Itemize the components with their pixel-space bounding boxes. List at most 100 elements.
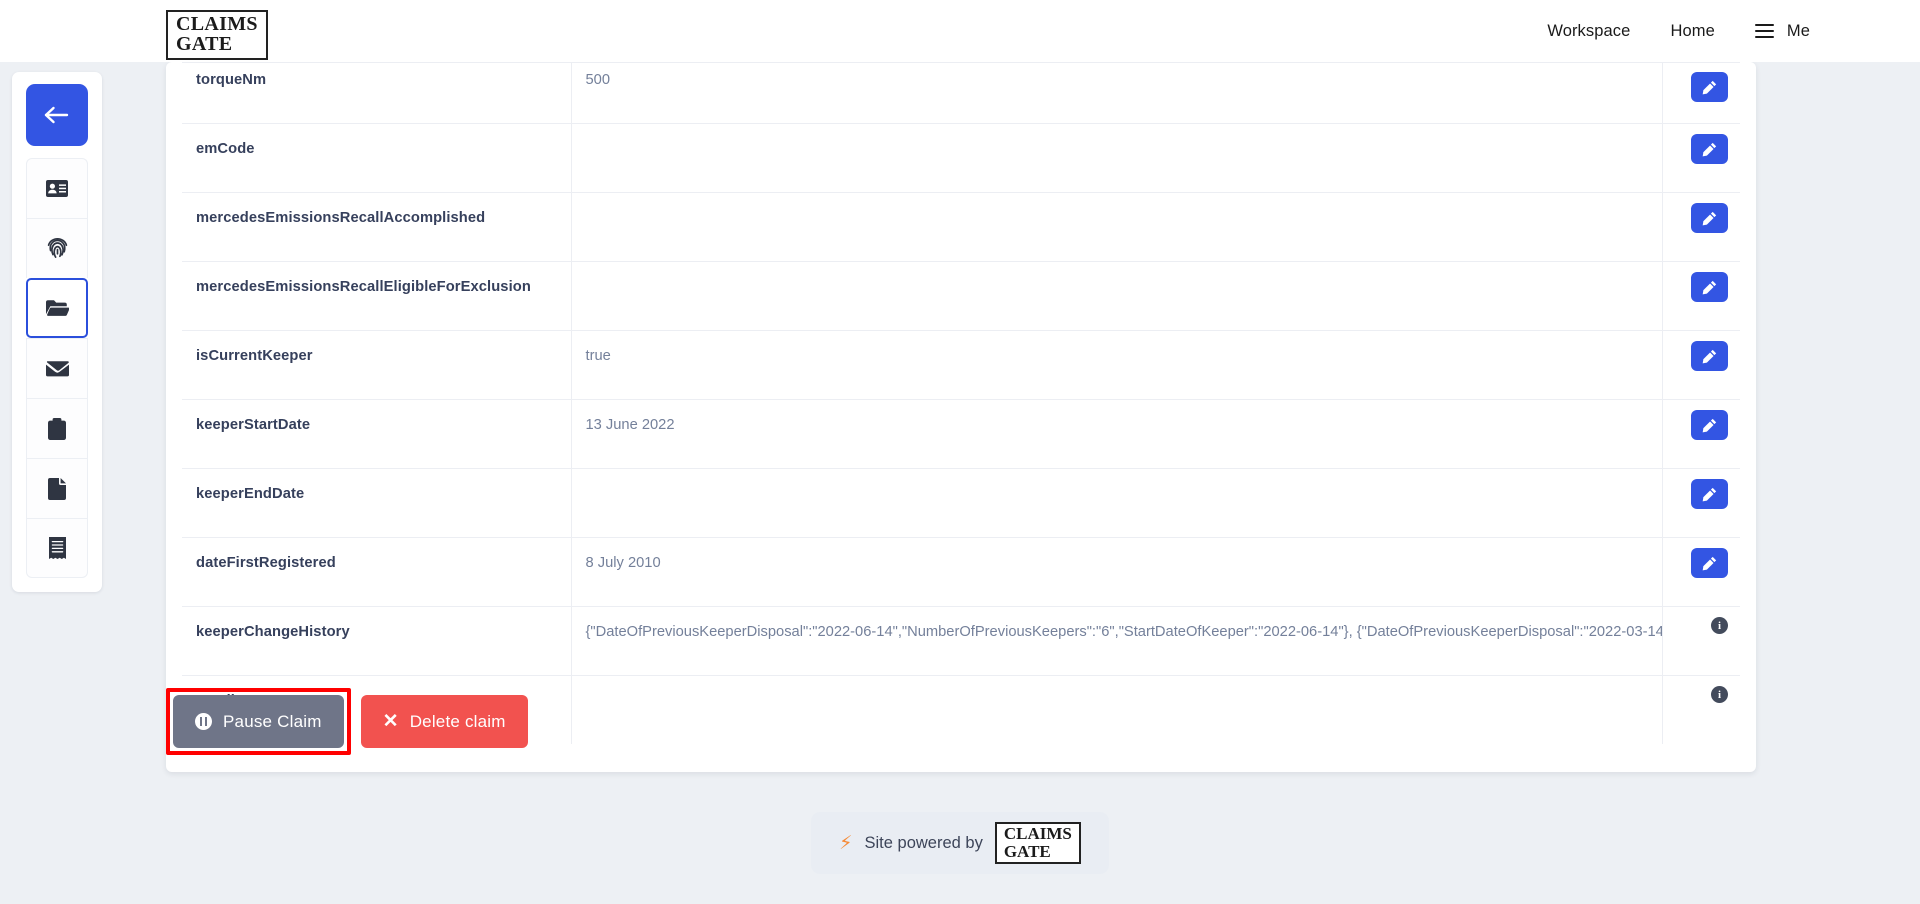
claim-fields-table: torqueNm 500 emCode mercedesEmissionsRecall… xyxy=(182,62,1740,744)
sidebar-item-list xyxy=(26,158,88,578)
clipboard-icon xyxy=(48,417,66,440)
table-row: mercedesEmissionsRecallEligibleForExclus… xyxy=(182,261,1740,331)
field-action-cell xyxy=(1662,538,1740,607)
brand-logo[interactable]: CLAIMS GATE xyxy=(166,10,268,60)
nav-item-me[interactable]: Me xyxy=(1754,20,1810,42)
pause-circle-icon xyxy=(195,713,212,730)
sidebar-item-clipboard[interactable] xyxy=(26,398,88,458)
sidebar-item-id-card[interactable] xyxy=(26,158,88,218)
field-value xyxy=(571,261,1663,331)
pause-claim-label: Pause Claim xyxy=(223,711,322,731)
pencil-icon xyxy=(1702,418,1717,432)
delete-claim-button[interactable]: ✕ Delete claim xyxy=(360,695,528,748)
powered-by-text: Site powered by xyxy=(864,833,983,852)
page-footer: ⚡ Site powered by CLAIMS GATE xyxy=(0,812,1920,874)
edit-field-button[interactable] xyxy=(1691,72,1728,102)
table-row: keeperEndDate xyxy=(182,468,1740,538)
sidebar-item-folder[interactable] xyxy=(26,278,88,338)
table-row: isCurrentKeeper true xyxy=(182,330,1740,400)
field-value: true xyxy=(571,330,1663,400)
info-circle-icon[interactable]: i xyxy=(1711,686,1728,703)
pencil-icon xyxy=(1702,80,1717,94)
claim-details-card: torqueNm 500 emCode mercedesEmissionsRecall… xyxy=(166,62,1756,772)
envelope-icon xyxy=(45,361,69,377)
field-value xyxy=(571,123,1663,193)
pencil-icon xyxy=(1702,142,1717,156)
powered-by-badge: ⚡ Site powered by CLAIMS GATE xyxy=(811,812,1109,874)
table-row: torqueNm 500 xyxy=(182,62,1740,124)
table-row: keeperChangeHistory {"DateOfPreviousKeepe… xyxy=(182,606,1740,676)
footer-brand-logo[interactable]: CLAIMS GATE xyxy=(994,822,1081,864)
footer-logo-line1: CLAIMS xyxy=(1003,824,1072,844)
arrow-left-icon xyxy=(44,106,69,124)
field-key: keeperStartDate xyxy=(182,399,572,469)
field-info-wrap: i xyxy=(1673,686,1728,703)
sidebar-item-file[interactable] xyxy=(26,458,88,518)
info-circle-icon[interactable]: i xyxy=(1711,617,1728,634)
brand-logo-line2: GATE xyxy=(176,33,233,56)
footer-logo-line2: GATE xyxy=(1003,841,1051,861)
left-sidebar xyxy=(12,72,102,592)
field-action-cell: i xyxy=(1662,676,1740,745)
edit-field-button[interactable] xyxy=(1691,410,1728,440)
field-info-wrap: i xyxy=(1673,617,1728,634)
sidebar-item-mail[interactable] xyxy=(26,338,88,398)
field-key: mercedesEmissionsRecallAccomplished xyxy=(182,192,572,262)
field-action-cell xyxy=(1662,62,1740,124)
main-nav: Workspace Home Me xyxy=(1547,0,1810,62)
id-card-icon xyxy=(46,180,68,197)
field-key: keeperEndDate xyxy=(182,468,572,538)
field-key: isCurrentKeeper xyxy=(182,330,572,400)
receipt-icon xyxy=(48,537,66,559)
table-row: mercedesEmissionsRecallAccomplished xyxy=(182,192,1740,262)
claim-action-buttons: Pause Claim ✕ Delete claim xyxy=(166,688,528,755)
field-value: {"DateOfPreviousKeeperDisposal":"2022-06… xyxy=(571,606,1663,676)
field-action-cell xyxy=(1662,193,1740,262)
pencil-icon xyxy=(1702,487,1717,501)
nav-item-home[interactable]: Home xyxy=(1670,22,1714,41)
pause-claim-highlight: Pause Claim xyxy=(166,688,351,755)
pencil-icon xyxy=(1702,211,1717,225)
brand-logo-line1: CLAIMS xyxy=(176,13,258,35)
close-x-icon: ✕ xyxy=(382,711,399,732)
delete-claim-label: Delete claim xyxy=(409,711,506,731)
sidebar-item-fingerprint[interactable] xyxy=(26,218,88,278)
sidebar-item-receipt[interactable] xyxy=(26,518,88,578)
field-action-cell xyxy=(1662,331,1740,400)
pause-claim-button[interactable]: Pause Claim xyxy=(173,695,344,748)
pencil-icon xyxy=(1702,280,1717,294)
table-row: emCode xyxy=(182,123,1740,193)
table-row: dateFirstRegistered 8 July 2010 xyxy=(182,537,1740,607)
pencil-icon xyxy=(1702,556,1717,570)
field-key: dateFirstRegistered xyxy=(182,537,572,607)
fingerprint-icon xyxy=(47,237,67,258)
field-value: 13 June 2022 xyxy=(571,399,1663,469)
hamburger-icon[interactable] xyxy=(1754,20,1774,42)
field-key: torqueNm xyxy=(182,62,572,124)
lightning-bolt-icon: ⚡ xyxy=(839,832,853,854)
field-key: emCode xyxy=(182,123,572,193)
field-action-cell: i xyxy=(1662,607,1740,676)
top-header: CLAIMS GATE Workspace Home Me xyxy=(0,0,1920,62)
field-key: keeperChangeHistory xyxy=(182,606,572,676)
field-action-cell xyxy=(1662,124,1740,193)
pencil-icon xyxy=(1702,349,1717,363)
edit-field-button[interactable] xyxy=(1691,479,1728,509)
edit-field-button[interactable] xyxy=(1691,341,1728,371)
field-value: 8 July 2010 xyxy=(571,537,1663,607)
nav-item-me-label[interactable]: Me xyxy=(1787,22,1810,41)
edit-field-button[interactable] xyxy=(1691,548,1728,578)
field-action-cell xyxy=(1662,469,1740,538)
field-value xyxy=(571,675,1663,744)
edit-field-button[interactable] xyxy=(1691,203,1728,233)
folder-open-icon xyxy=(45,300,69,316)
nav-item-workspace[interactable]: Workspace xyxy=(1547,22,1630,41)
sidebar-back-button[interactable] xyxy=(26,84,88,146)
file-icon xyxy=(48,477,66,500)
edit-field-button[interactable] xyxy=(1691,134,1728,164)
field-value: 500 xyxy=(571,62,1663,124)
table-row: keeperStartDate 13 June 2022 xyxy=(182,399,1740,469)
field-action-cell xyxy=(1662,262,1740,331)
field-action-cell xyxy=(1662,400,1740,469)
edit-field-button[interactable] xyxy=(1691,272,1728,302)
